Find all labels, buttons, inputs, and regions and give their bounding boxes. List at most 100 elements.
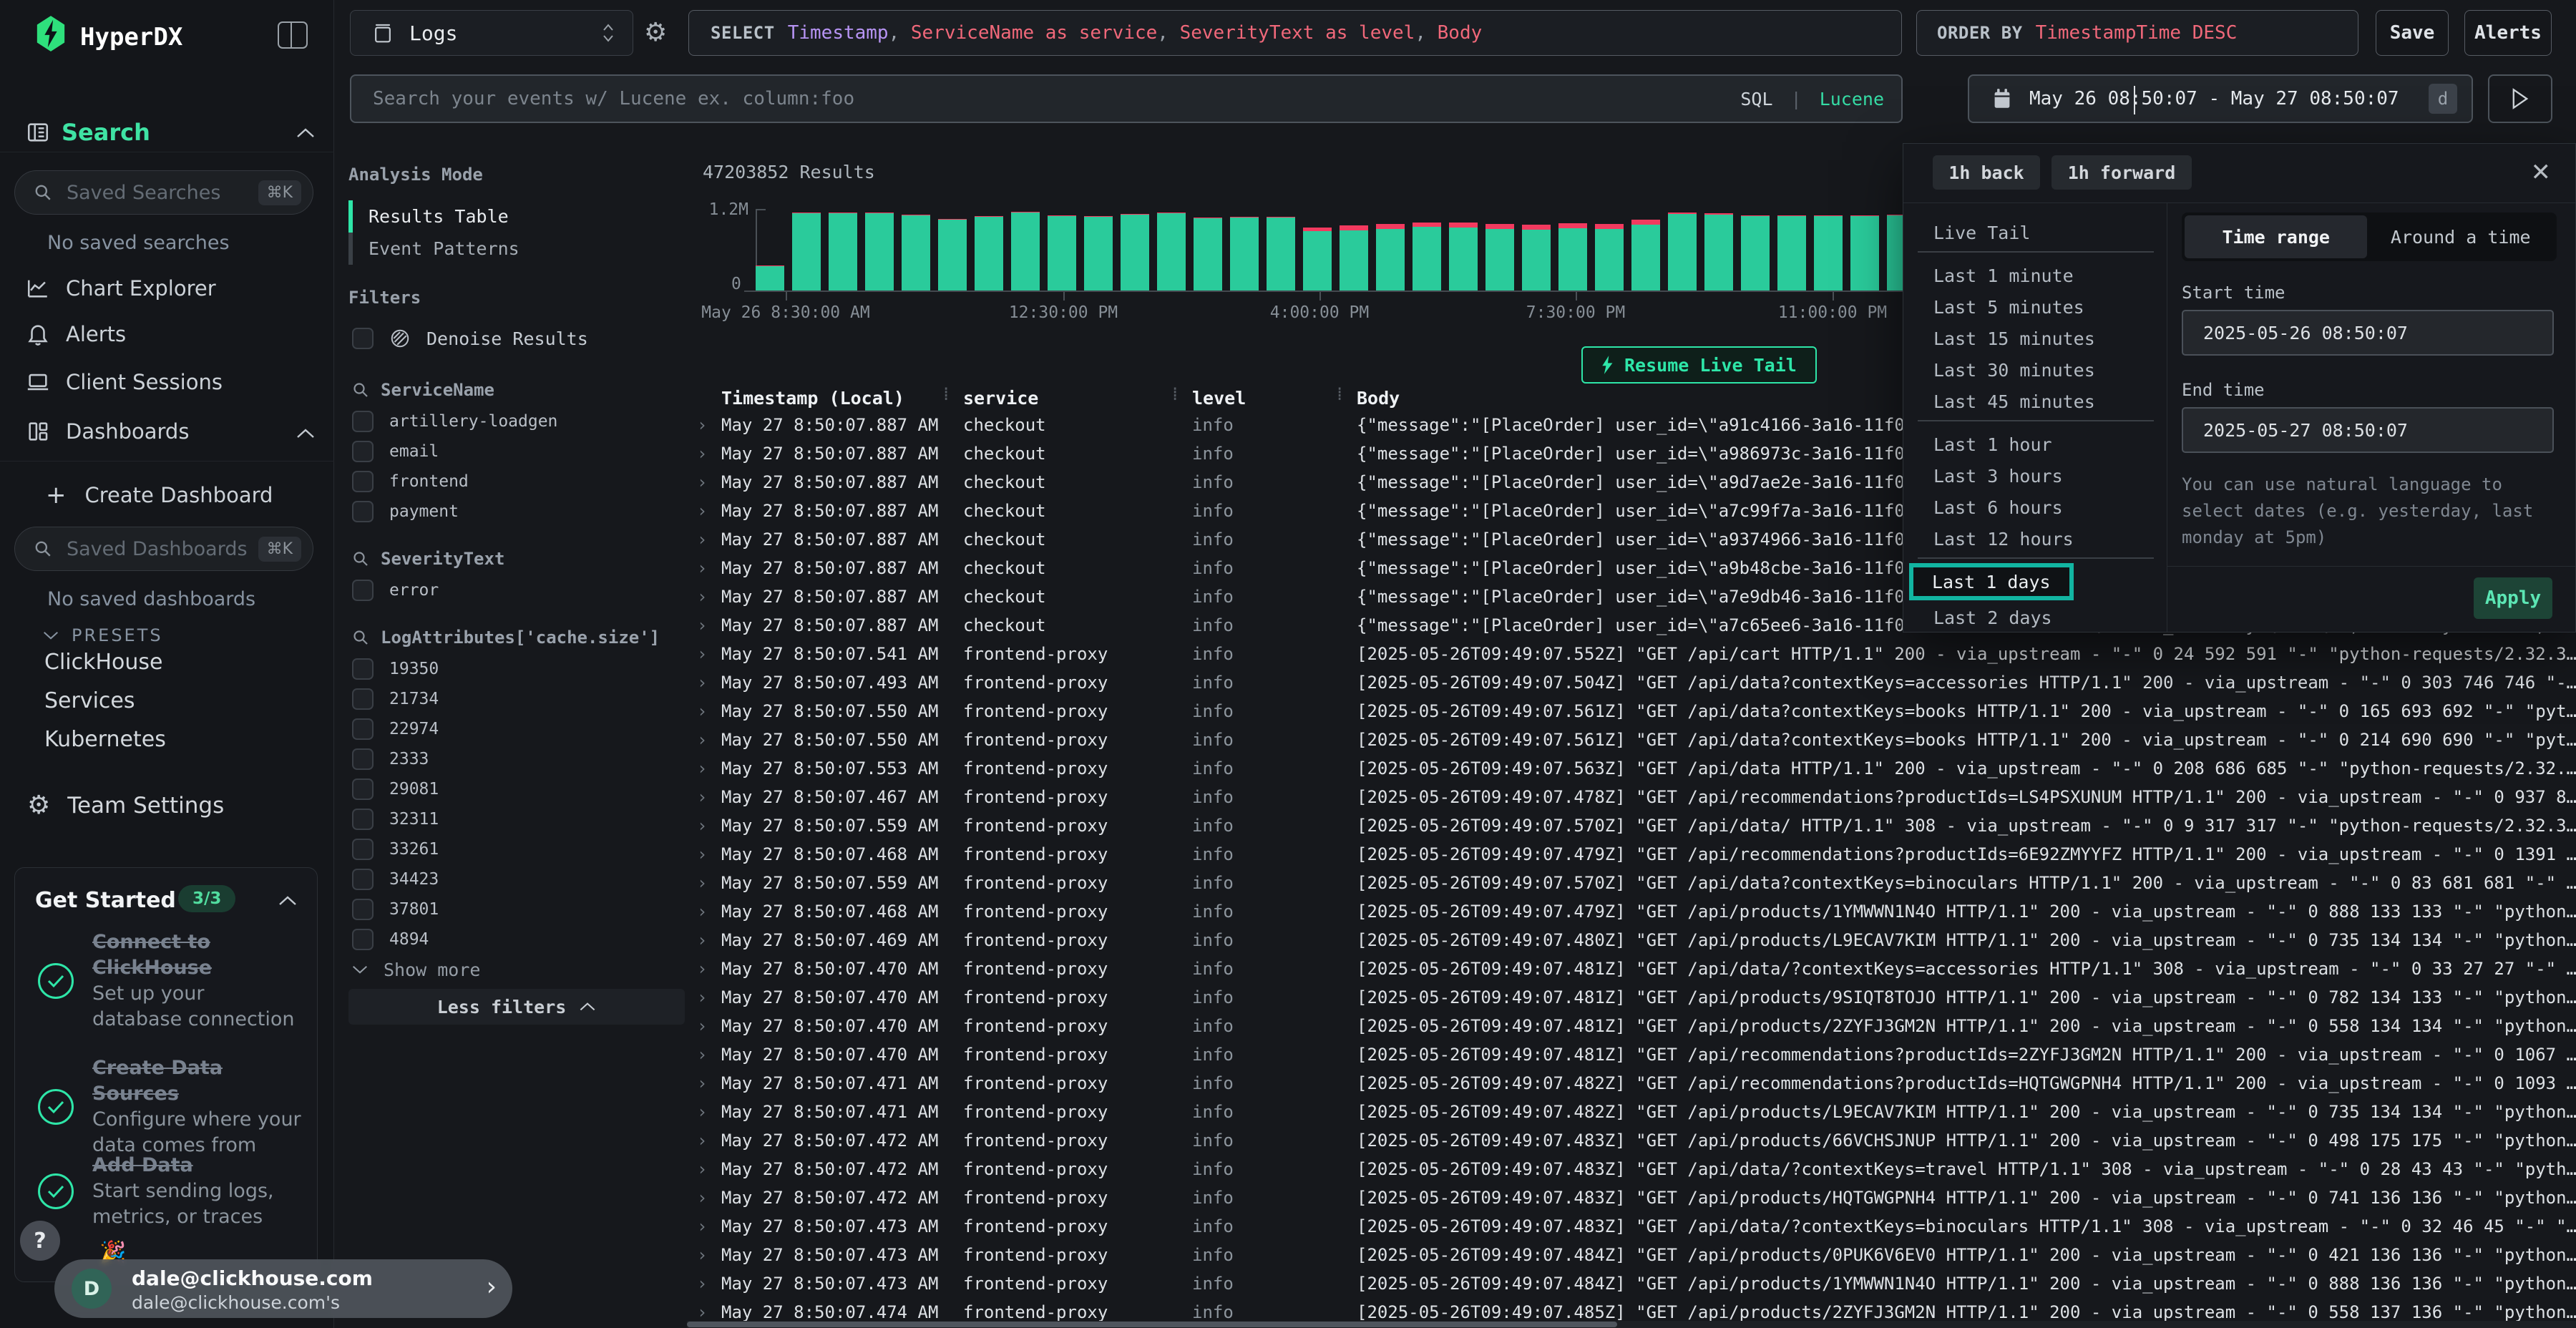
filter-checkbox[interactable] xyxy=(352,839,374,860)
chevron-up-icon[interactable] xyxy=(278,895,297,907)
filter-checkbox[interactable] xyxy=(352,809,374,830)
table-row[interactable]: ›May 27 8:50:07.493 AMfrontend-proxyinfo… xyxy=(687,668,2576,697)
denoise-checkbox[interactable] xyxy=(352,328,374,349)
filter-checkbox[interactable] xyxy=(352,718,374,740)
1h-back-button[interactable]: 1h back xyxy=(1933,155,2040,190)
time-preset-last-1-minute[interactable]: Last 1 minute xyxy=(1933,260,2074,291)
table-row[interactable]: ›May 27 8:50:07.472 AMfrontend-proxyinfo… xyxy=(687,1155,2576,1183)
filter-value-row[interactable]: frontend xyxy=(352,467,681,497)
less-filters-button[interactable]: Less filters xyxy=(348,989,685,1025)
create-dashboard-button[interactable]: + Create Dashboard xyxy=(46,481,273,509)
mode-results-table[interactable]: Results Table xyxy=(348,200,663,233)
sidebar-item-alerts[interactable]: Alerts xyxy=(26,322,126,346)
filter-checkbox[interactable] xyxy=(352,869,374,890)
filter-checkbox[interactable] xyxy=(352,899,374,920)
mode-event-patterns[interactable]: Event Patterns xyxy=(348,233,663,265)
time-preset-last-2-days[interactable]: Last 2 days xyxy=(1933,602,2052,633)
table-row[interactable]: ›May 27 8:50:07.550 AMfrontend-proxyinfo… xyxy=(687,726,2576,754)
filter-value-row[interactable]: 37801 xyxy=(352,894,681,924)
chevron-up-icon[interactable] xyxy=(296,428,315,439)
table-row[interactable]: ›May 27 8:50:07.470 AMfrontend-proxyinfo… xyxy=(687,954,2576,983)
filter-value-row[interactable]: 4894 xyxy=(352,924,681,954)
table-row[interactable]: ›May 27 8:50:07.473 AMfrontend-proxyinfo… xyxy=(687,1212,2576,1241)
start-time-input[interactable]: 2025-05-26 08:50:07 xyxy=(2182,310,2554,356)
table-row[interactable]: ›May 27 8:50:07.472 AMfrontend-proxyinfo… xyxy=(687,1126,2576,1155)
table-row[interactable]: ›May 27 8:50:07.559 AMfrontend-proxyinfo… xyxy=(687,811,2576,840)
filter-checkbox[interactable] xyxy=(352,411,374,432)
chevron-up-icon[interactable] xyxy=(296,127,315,139)
filter-value-row[interactable]: 19350 xyxy=(352,654,681,684)
get-started-item[interactable]: Connect to ClickHouse Set up your databa… xyxy=(38,929,300,1032)
saved-searches-input[interactable]: Saved Searches ⌘K xyxy=(14,170,313,215)
horizontal-scrollbar-track[interactable] xyxy=(687,1321,2576,1328)
get-started-item[interactable]: Create Data Sources Configure where your… xyxy=(38,1055,307,1158)
user-menu[interactable]: D dale@clickhouse.com dale@clickhouse.co… xyxy=(54,1259,512,1318)
1h-forward-button[interactable]: 1h forward xyxy=(2051,155,2192,190)
filter-value-row[interactable]: artillery-loadgen xyxy=(352,406,681,436)
table-row[interactable]: ›May 27 8:50:07.473 AMfrontend-proxyinfo… xyxy=(687,1241,2576,1269)
table-row[interactable]: ›May 27 8:50:07.470 AMfrontend-proxyinfo… xyxy=(687,1040,2576,1069)
time-preset-last-30-minutes[interactable]: Last 30 minutes xyxy=(1933,354,2095,386)
table-row[interactable]: ›May 27 8:50:07.553 AMfrontend-proxyinfo… xyxy=(687,754,2576,783)
end-time-input[interactable]: 2025-05-27 08:50:07 xyxy=(2182,407,2554,453)
table-row[interactable]: ›May 27 8:50:07.467 AMfrontend-proxyinfo… xyxy=(687,783,2576,811)
table-row[interactable]: ›May 27 8:50:07.559 AMfrontend-proxyinfo… xyxy=(687,869,2576,897)
filter-checkbox[interactable] xyxy=(352,929,374,950)
filter-value-row[interactable]: 34423 xyxy=(352,864,681,894)
sidebar-item-clickhouse[interactable]: ClickHouse xyxy=(44,650,163,675)
filter-checkbox[interactable] xyxy=(352,441,374,462)
table-row[interactable]: ›May 27 8:50:07.471 AMfrontend-proxyinfo… xyxy=(687,1098,2576,1126)
time-preset-last-1-hour[interactable]: Last 1 hour xyxy=(1933,429,2052,460)
filter-value-row[interactable]: 32311 xyxy=(352,804,681,834)
time-preset-last-6-hours[interactable]: Last 6 hours xyxy=(1933,492,2063,523)
filter-checkbox[interactable] xyxy=(352,471,374,492)
filter-value-row[interactable]: 33261 xyxy=(352,834,681,864)
filter-value-row[interactable]: 2333 xyxy=(352,744,681,774)
filter-value-row[interactable]: error xyxy=(352,575,681,605)
close-icon[interactable]: ✕ xyxy=(2531,158,2552,187)
table-row[interactable]: ›May 27 8:50:07.472 AMfrontend-proxyinfo… xyxy=(687,1183,2576,1212)
table-row[interactable]: ›May 27 8:50:07.468 AMfrontend-proxyinfo… xyxy=(687,840,2576,869)
sidebar-item-search[interactable]: Search xyxy=(62,119,150,146)
show-more-button[interactable]: Show more xyxy=(352,954,681,985)
sidebar-item-team-settings[interactable]: ⚙ Team Settings xyxy=(27,793,224,819)
filter-checkbox[interactable] xyxy=(352,658,374,680)
sidebar-collapse-button[interactable] xyxy=(278,21,308,49)
filter-value-row[interactable]: email xyxy=(352,436,681,467)
apply-button[interactable]: Apply xyxy=(2474,577,2552,619)
sidebar-item-client-sessions[interactable]: Client Sessions xyxy=(26,370,223,394)
sidebar-item-chart-explorer[interactable]: Chart Explorer xyxy=(26,276,216,301)
time-preset-live-tail[interactable]: Live Tail xyxy=(1933,217,2030,248)
time-preset-last-3-hours[interactable]: Last 3 hours xyxy=(1933,460,2063,492)
sidebar-item-dashboards[interactable]: Dashboards xyxy=(26,419,189,444)
help-button[interactable]: ? xyxy=(20,1221,60,1261)
time-preset-last-12-hours[interactable]: Last 12 hours xyxy=(1933,523,2074,555)
filter-checkbox[interactable] xyxy=(352,580,374,601)
filter-checkbox[interactable] xyxy=(352,688,374,710)
horizontal-scrollbar-thumb[interactable] xyxy=(687,1322,1617,1327)
time-preset-last-5-minutes[interactable]: Last 5 minutes xyxy=(1933,291,2084,323)
sidebar-item-services[interactable]: Services xyxy=(44,688,135,713)
table-row[interactable]: ›May 27 8:50:07.469 AMfrontend-proxyinfo… xyxy=(687,926,2576,954)
table-row[interactable]: ›May 27 8:50:07.470 AMfrontend-proxyinfo… xyxy=(687,983,2576,1012)
sidebar-item-kubernetes[interactable]: Kubernetes xyxy=(44,727,166,752)
presets-toggle[interactable]: PRESETS xyxy=(43,625,163,645)
filter-value-row[interactable]: 29081 xyxy=(352,774,681,804)
source-select[interactable]: Logs xyxy=(350,10,633,56)
table-row[interactable]: ›May 27 8:50:07.541 AMfrontend-proxyinfo… xyxy=(687,640,2576,668)
time-preset-last-45-minutes[interactable]: Last 45 minutes xyxy=(1933,386,2095,417)
source-settings-gear-icon[interactable]: ⚙ xyxy=(644,20,667,46)
denoise-results-row[interactable]: Denoise Results xyxy=(352,323,588,353)
table-row[interactable]: ›May 27 8:50:07.471 AMfrontend-proxyinfo… xyxy=(687,1069,2576,1098)
get-started-item[interactable]: Add Data Start sending logs, metrics, or… xyxy=(38,1153,307,1230)
filter-value-row[interactable]: payment xyxy=(352,497,681,527)
tab-time-range[interactable]: Time range xyxy=(2185,215,2367,258)
filter-checkbox[interactable] xyxy=(352,778,374,800)
time-preset-last-15-minutes[interactable]: Last 15 minutes xyxy=(1933,323,2095,354)
table-row[interactable]: ›May 27 8:50:07.470 AMfrontend-proxyinfo… xyxy=(687,1012,2576,1040)
filter-value-row[interactable]: 21734 xyxy=(352,684,681,714)
time-preset-last-1-days[interactable]: Last 1 days xyxy=(1909,563,2074,600)
filter-checkbox[interactable] xyxy=(352,501,374,522)
table-row[interactable]: ›May 27 8:50:07.468 AMfrontend-proxyinfo… xyxy=(687,897,2576,926)
saved-dashboards-input[interactable]: Saved Dashboards ⌘K xyxy=(14,527,313,571)
